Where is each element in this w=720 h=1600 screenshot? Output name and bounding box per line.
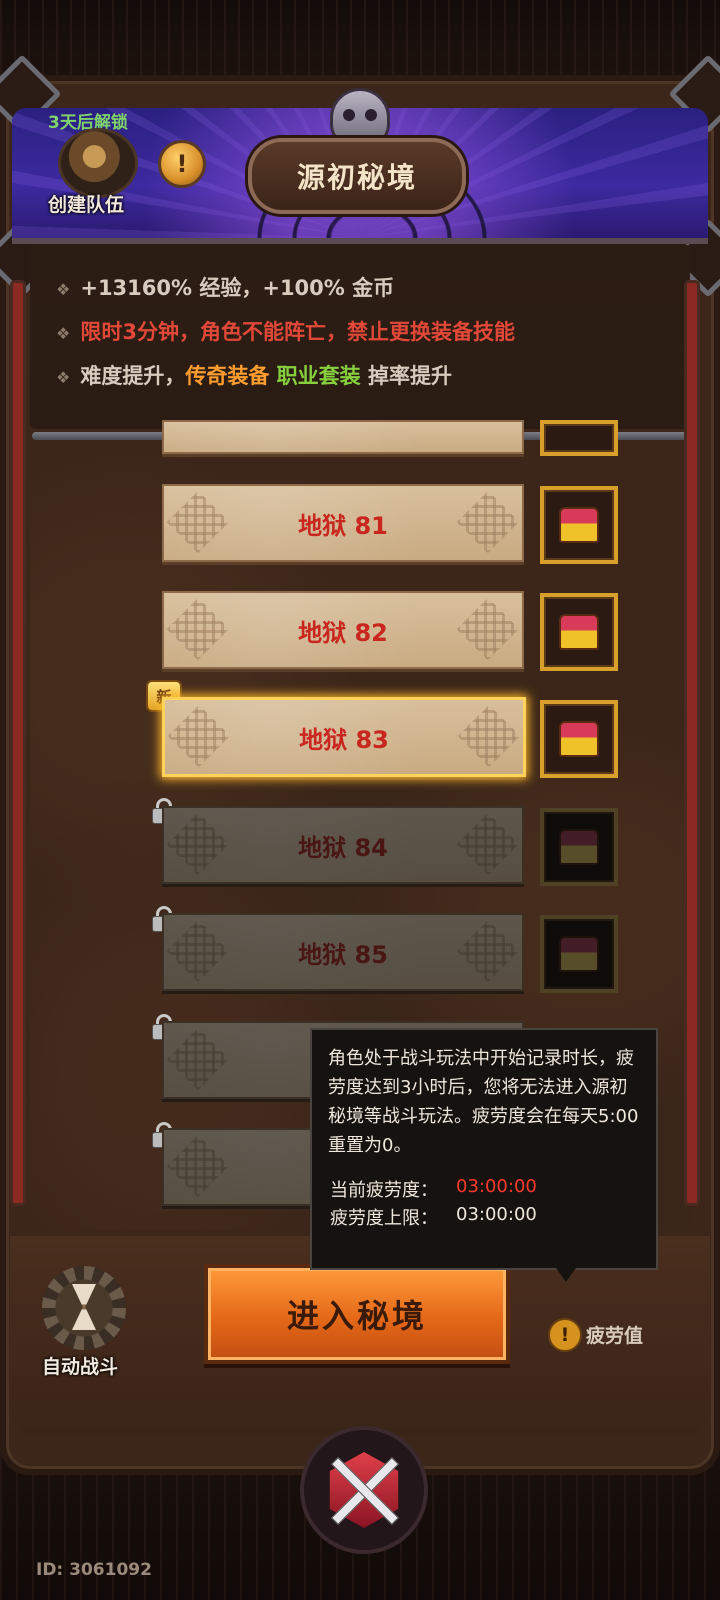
chest-icon	[559, 721, 599, 757]
level-label: 地狱 81	[298, 511, 388, 540]
level-label: 地狱 85	[298, 940, 388, 969]
create-team-button[interactable]	[58, 128, 138, 198]
knot-pattern	[167, 704, 231, 768]
current-fatigue-value: 03:00:00	[456, 1176, 537, 1197]
knot-pattern	[166, 812, 230, 876]
fatigue-limit-row: 疲劳度上限： 03:00:00	[330, 1204, 537, 1230]
reward-chest-82[interactable]	[540, 593, 618, 671]
knot-pattern	[166, 1134, 230, 1198]
bonus-line-drops: ❖ 难度提升，传奇装备 职业套装 掉率提升	[56, 360, 452, 390]
knot-pattern	[166, 919, 230, 983]
fatigue-limit-label: 疲劳度上限：	[330, 1208, 438, 1229]
fatigue-limit-value: 03:00:00	[456, 1204, 537, 1225]
rules-text: 限时3分钟，角色不能阵亡，禁止更换装备技能	[80, 320, 515, 344]
current-fatigue-label: 当前疲劳度：	[330, 1180, 438, 1201]
knot-pattern	[457, 704, 521, 768]
chest-icon	[559, 614, 599, 650]
level-label: 地狱 83	[299, 725, 389, 754]
reward-chest-84[interactable]	[540, 808, 618, 886]
enter-realm-button[interactable]: 进入秘境	[204, 1264, 510, 1364]
drop-prefix: 难度提升，	[80, 364, 186, 388]
level-item-hell-83[interactable]: 地狱 83	[162, 697, 526, 777]
level-item-hell-84[interactable]: 地狱 84	[162, 806, 524, 884]
left-rail	[10, 280, 26, 1206]
auto-battle-button[interactable]	[42, 1266, 126, 1350]
reward-chest-81[interactable]	[540, 486, 618, 564]
player-id: ID: 3061092	[36, 1560, 152, 1580]
knot-pattern	[456, 490, 520, 554]
tooltip-description: 角色处于战斗玩法中开始记录时长，疲劳度达到3小时后，您将无法进入源初秘境等战斗玩…	[328, 1048, 639, 1156]
class-set-text: 职业套装	[276, 364, 361, 388]
drop-suffix: 掉率提升	[367, 364, 452, 388]
hourglass-icon	[72, 1284, 96, 1330]
fatigue-info-icon[interactable]: !	[548, 1318, 582, 1352]
knot-pattern	[456, 597, 520, 661]
fatigue-tooltip: 角色处于战斗玩法中开始记录时长，疲劳度达到3小时后，您将无法进入源初秘境等战斗玩…	[310, 1028, 658, 1270]
right-rail	[684, 280, 700, 1206]
knot-pattern	[166, 490, 230, 554]
bonus-text: +13160% 经验，+100% 金币	[80, 276, 395, 300]
level-label: 地狱 84	[298, 833, 388, 862]
knot-pattern	[456, 812, 520, 876]
bonus-line-rules: ❖ 限时3分钟，角色不能阵亡，禁止更换装备技能	[56, 316, 515, 346]
create-team-label: 创建队伍	[48, 194, 125, 216]
chest-icon	[559, 829, 599, 865]
chest-icon	[559, 936, 599, 972]
bullet-icon: ❖	[56, 280, 71, 299]
page-title: 源初秘境	[248, 138, 466, 214]
bullet-icon: ❖	[56, 368, 71, 387]
knot-pattern	[166, 597, 230, 661]
info-icon[interactable]: !	[158, 140, 206, 188]
legend-gear-text: 传奇装备	[185, 364, 270, 388]
level-label: 地狱 82	[298, 618, 388, 647]
reward-chest-partial[interactable]	[540, 420, 618, 456]
fatigue-label[interactable]: 疲劳值	[586, 1321, 643, 1348]
level-item-hell-81[interactable]: 地狱 81	[162, 484, 524, 562]
knot-pattern	[166, 1027, 230, 1091]
current-fatigue-row: 当前疲劳度： 03:00:00	[330, 1176, 537, 1202]
reward-chest-83[interactable]	[540, 700, 618, 778]
battle-nav-button[interactable]	[300, 1426, 428, 1554]
level-item-hell-82[interactable]: 地狱 82	[162, 591, 524, 669]
auto-battle-label: 自动战斗	[42, 1356, 119, 1378]
bonus-line-exp: ❖ +13160% 经验，+100% 金币	[56, 272, 394, 302]
level-item-hell-85[interactable]: 地狱 85	[162, 913, 524, 991]
chest-icon	[559, 507, 599, 543]
bullet-icon: ❖	[56, 324, 71, 343]
tooltip-pointer	[556, 1268, 576, 1282]
reward-chest-85[interactable]	[540, 915, 618, 993]
knot-pattern	[456, 919, 520, 983]
level-item-partial[interactable]	[162, 420, 524, 454]
